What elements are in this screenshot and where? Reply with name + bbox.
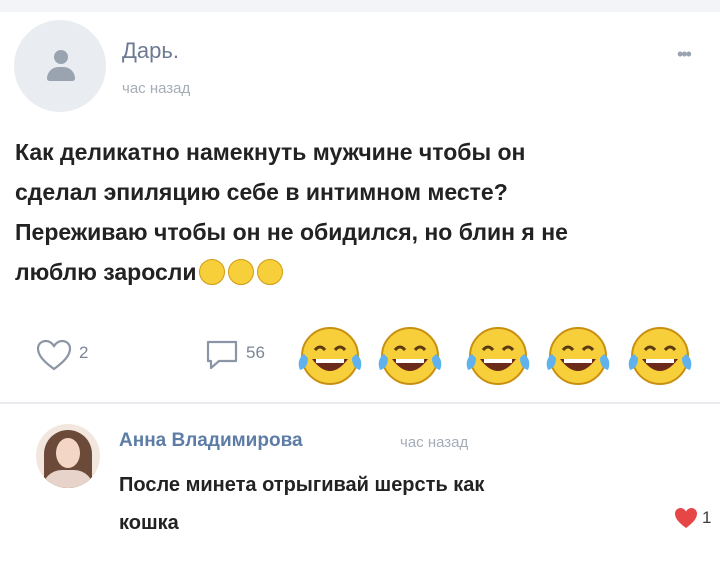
grimacing-emoji-icon [257, 258, 284, 285]
divider [0, 402, 720, 404]
user-icon-head [54, 50, 68, 64]
comment-time: час назад [400, 434, 469, 451]
post-author-avatar[interactable] [14, 20, 106, 112]
laughing-tears-emoji-icon [546, 327, 610, 385]
post-text-line: люблю заросли [15, 259, 197, 285]
user-icon-body [47, 67, 75, 81]
like-count: 2 [79, 343, 89, 362]
commenter-avatar[interactable] [36, 424, 100, 488]
comment-text-line: кошка [119, 512, 179, 534]
post-actions-bar: 2 56 [0, 316, 720, 396]
comment-like-heart-icon[interactable] [673, 506, 699, 530]
laughing-tears-emoji-icon [466, 327, 530, 385]
like-heart-icon[interactable] [35, 338, 73, 372]
comment-like-count: 1 [702, 508, 712, 527]
commenter-name[interactable]: Анна Владимирова [119, 430, 303, 452]
post-time: час назад [122, 80, 191, 97]
avatar-face [56, 438, 80, 468]
post-text-line-last: люблю заросли [15, 252, 715, 292]
more-options-icon[interactable]: ••• [677, 44, 692, 65]
top-strip [0, 0, 720, 12]
post-text-line: Как деликатно намекнуть мужчине чтобы он [15, 139, 526, 165]
comment-text: После минета отрыгивай шерсть как кошка [119, 466, 639, 542]
comment-count: 56 [246, 343, 265, 362]
grimacing-emoji-icon [199, 258, 226, 285]
laughing-tears-emoji-icon [378, 327, 442, 385]
grimacing-emoji-icon [228, 258, 255, 285]
post-text: Как деликатно намекнуть мужчине чтобы он… [15, 132, 715, 292]
post-text-line: Переживаю чтобы он не обидился, но блин … [15, 219, 568, 245]
post-author-name[interactable]: Дарь. [122, 38, 179, 64]
laughing-tears-emoji-icon [628, 327, 692, 385]
laughing-tears-emoji-icon [298, 327, 362, 385]
post-text-line: сделал эпиляцию себе в интимном месте? [15, 179, 508, 205]
comment-bubble-icon[interactable] [203, 338, 241, 372]
comment-text-line: После минета отрыгивай шерсть как [119, 474, 485, 496]
